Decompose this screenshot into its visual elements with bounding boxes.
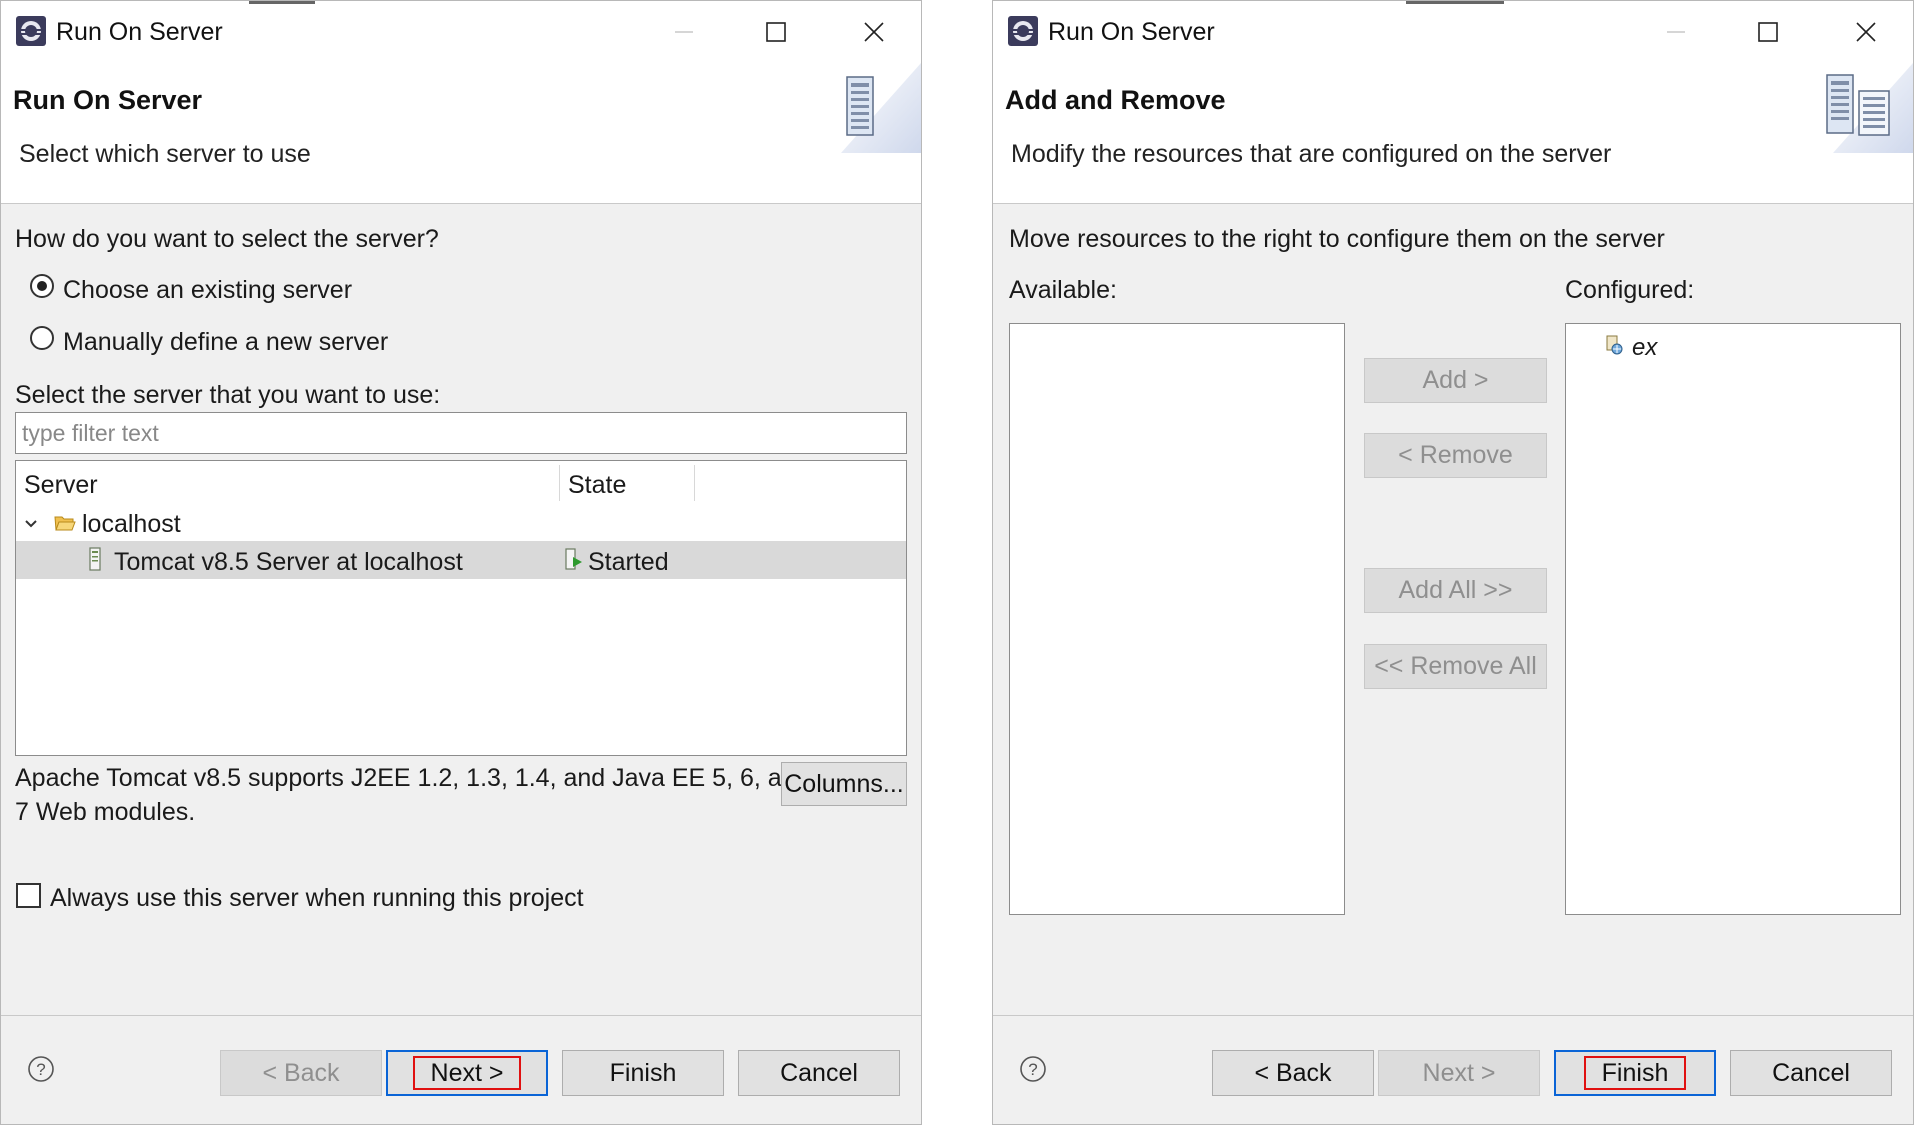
footer-divider xyxy=(1,1015,921,1016)
cancel-button[interactable]: Cancel xyxy=(1730,1050,1892,1096)
back-button[interactable]: < Back xyxy=(1212,1050,1374,1096)
page-title: Add and Remove xyxy=(1005,85,1226,115)
tree-group-localhost[interactable]: localhost xyxy=(82,510,181,539)
close-icon[interactable] xyxy=(849,9,899,55)
title-bar: Run On Server xyxy=(1,1,921,63)
cancel-button[interactable]: Cancel xyxy=(738,1050,900,1096)
next-button[interactable]: Next > xyxy=(386,1050,548,1096)
select-server-prompt: Select the server that you want to use: xyxy=(15,381,441,409)
filter-input[interactable] xyxy=(15,412,907,454)
radio-manual-label[interactable]: Manually define a new server xyxy=(63,328,388,357)
column-divider[interactable] xyxy=(559,465,560,501)
svg-text:?: ? xyxy=(1028,1060,1037,1079)
folder-open-icon xyxy=(54,516,76,531)
footer-divider xyxy=(993,1015,1913,1016)
columns-button[interactable]: Columns... xyxy=(781,762,907,806)
title-accent xyxy=(249,1,315,4)
server-support-text-line1: Apache Tomcat v8.5 supports J2EE 1.2, 1.… xyxy=(15,764,810,792)
minimize-icon[interactable] xyxy=(1651,9,1701,55)
window-title: Run On Server xyxy=(56,18,223,46)
eclipse-app-icon xyxy=(1008,16,1038,46)
remove-all-button[interactable]: << Remove All xyxy=(1364,644,1547,689)
server-modules-wizard-icon xyxy=(1826,63,1913,153)
remove-button[interactable]: < Remove xyxy=(1364,433,1547,478)
back-button[interactable]: < Back xyxy=(220,1050,382,1096)
next-button[interactable]: Next > xyxy=(1378,1050,1540,1096)
minimize-icon[interactable] xyxy=(659,9,709,55)
title-accent xyxy=(1406,1,1504,4)
server-table[interactable]: Server State localhost Tomcat v8.5 Serve… xyxy=(15,460,907,756)
radio-manual-server[interactable] xyxy=(30,326,54,350)
window-title: Run On Server xyxy=(1048,18,1215,46)
help-icon[interactable]: ? xyxy=(27,1055,55,1083)
radio-existing-server[interactable] xyxy=(30,274,54,298)
maximize-icon[interactable] xyxy=(751,9,801,55)
column-divider[interactable] xyxy=(694,465,695,501)
close-icon[interactable] xyxy=(1841,9,1891,55)
available-list[interactable] xyxy=(1009,323,1345,915)
page-title: Run On Server xyxy=(13,85,203,115)
always-use-checkbox[interactable] xyxy=(16,883,41,908)
finish-button[interactable]: Finish xyxy=(562,1050,724,1096)
next-button-label[interactable]: Next > xyxy=(412,1056,522,1090)
eclipse-app-icon xyxy=(16,16,46,46)
add-button[interactable]: Add > xyxy=(1364,358,1547,403)
svg-text:?: ? xyxy=(36,1060,45,1079)
server-icon xyxy=(89,547,101,571)
wizard-header: Add and Remove Modify the resources that… xyxy=(993,63,1913,204)
maximize-icon[interactable] xyxy=(1743,9,1793,55)
table-header: Server State xyxy=(16,461,906,505)
radio-selected-dot xyxy=(37,281,47,291)
finish-button-label[interactable]: Finish xyxy=(1583,1056,1687,1090)
radio-existing-label[interactable]: Choose an existing server xyxy=(63,276,352,305)
server-support-text-line2: 7 Web modules. xyxy=(15,798,196,826)
server-name-cell[interactable]: Tomcat v8.5 Server at localhost xyxy=(114,548,463,577)
server-wizard-icon xyxy=(841,63,921,153)
page-description: Select which server to use xyxy=(19,140,311,168)
available-label: Available: xyxy=(1009,276,1117,304)
page-description: Modify the resources that are configured… xyxy=(1011,140,1612,168)
column-header-state[interactable]: State xyxy=(568,471,626,500)
column-header-server[interactable]: Server xyxy=(24,471,98,500)
finish-button[interactable]: Finish xyxy=(1554,1050,1716,1096)
title-bar: Run On Server xyxy=(993,1,1913,63)
run-on-server-dialog-select: Run On Server Run On Server Select which… xyxy=(0,0,922,1125)
configured-label: Configured: xyxy=(1565,276,1695,304)
configured-item-ex[interactable]: ex xyxy=(1632,334,1657,362)
wizard-header: Run On Server Select which server to use xyxy=(1,63,921,204)
chevron-down-icon[interactable] xyxy=(22,515,40,533)
server-state-cell[interactable]: Started xyxy=(588,548,669,577)
web-module-icon xyxy=(1606,335,1623,355)
server-started-icon xyxy=(565,548,582,570)
move-resources-instruction: Move resources to the right to configure… xyxy=(1009,225,1665,253)
server-selection-question: How do you want to select the server? xyxy=(15,225,439,253)
add-all-button[interactable]: Add All >> xyxy=(1364,568,1547,613)
configured-list[interactable]: ex xyxy=(1565,323,1901,915)
run-on-server-dialog-add-remove: Run On Server Add and Remove Modify the … xyxy=(992,0,1914,1125)
always-use-label[interactable]: Always use this server when running this… xyxy=(50,884,584,913)
help-icon[interactable]: ? xyxy=(1019,1055,1047,1083)
